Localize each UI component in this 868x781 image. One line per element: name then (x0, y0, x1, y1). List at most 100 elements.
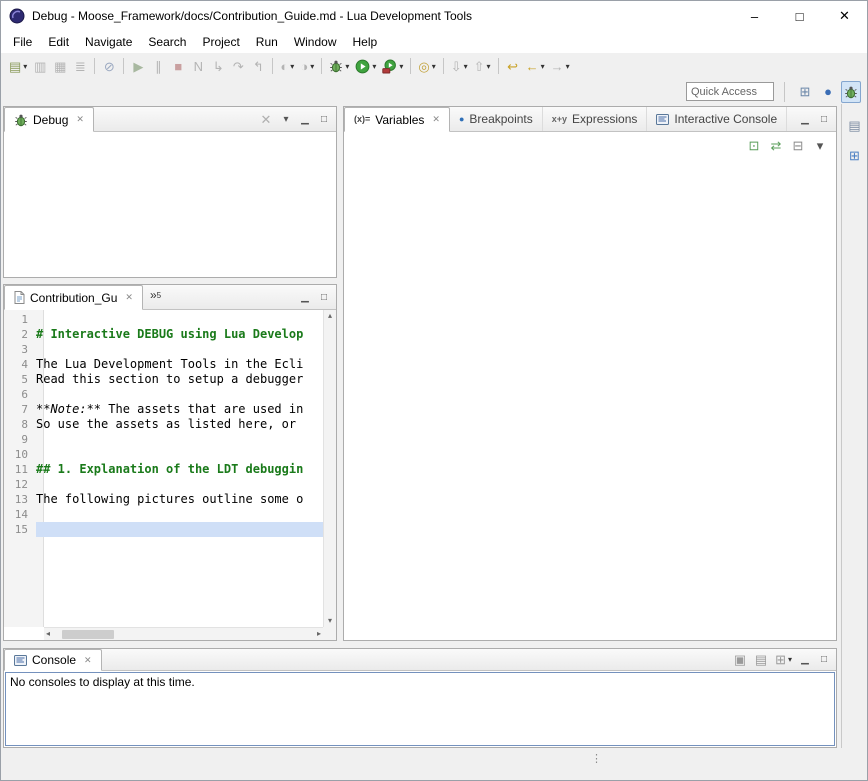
maximize-view-icon[interactable]: □ (315, 288, 333, 306)
editor-line-13[interactable]: 13The following pictures outline some o (4, 492, 323, 507)
editor-line-3[interactable]: 3 (4, 342, 323, 357)
tab-console[interactable]: Console ✕ (4, 649, 102, 671)
new-wizard-button[interactable]: ▤▾ (6, 55, 30, 77)
close-tab-icon[interactable]: ✕ (84, 655, 92, 666)
menu-run[interactable]: Run (248, 33, 286, 51)
back-dropdown-icon[interactable]: ▾ (541, 62, 545, 71)
editor-line-12[interactable]: 12 (4, 477, 323, 492)
close-tab-icon[interactable]: ✕ (76, 114, 84, 125)
close-tab-icon[interactable]: ✕ (432, 114, 440, 125)
step-over-button[interactable]: ↷ (228, 55, 248, 77)
tab-debug[interactable]: Debug ✕ (4, 107, 94, 132)
external-tools-button[interactable]: ▾ (379, 55, 406, 77)
forward-dropdown-icon[interactable]: ▾ (566, 62, 570, 71)
menu-file[interactable]: File (5, 33, 40, 51)
show-logical-structures-button[interactable]: ⇄ (766, 136, 786, 154)
previous-annotation-button[interactable]: ⇧▾ (471, 55, 494, 77)
search-button[interactable]: ◎▾ (415, 55, 438, 77)
quick-access-input[interactable] (686, 82, 774, 101)
menu-window[interactable]: Window (286, 33, 345, 51)
editor-line-4[interactable]: 4The Lua Development Tools in the Ecli (4, 357, 323, 372)
save-all-button[interactable]: ▦ (50, 55, 70, 77)
editor-line-6[interactable]: 6 (4, 387, 323, 402)
view-menu-icon[interactable]: ▾ (277, 110, 295, 128)
suspend-button[interactable]: ∥ (148, 55, 168, 77)
view-menu-button[interactable]: ▾ (810, 136, 830, 154)
minimize-view-icon[interactable]: ▁ (796, 110, 814, 128)
minimize-view-icon[interactable]: ▁ (296, 110, 314, 128)
maximize-view-icon[interactable]: □ (815, 651, 833, 669)
scrollbar-thumb[interactable] (62, 630, 114, 639)
open-console-dropdown-icon[interactable]: ▾ (788, 655, 792, 664)
profile-button[interactable]: ◐▾ (277, 55, 297, 77)
previous-annotation-dropdown-icon[interactable]: ▾ (487, 62, 491, 71)
run-dropdown-icon[interactable]: ▾ (372, 62, 376, 71)
close-tab-icon[interactable]: ✕ (125, 292, 133, 303)
editor-line-14[interactable]: 14 (4, 507, 323, 522)
maximize-view-icon[interactable]: □ (315, 110, 333, 128)
next-annotation-button[interactable]: ⇩▾ (448, 55, 471, 77)
scroll-down-icon[interactable]: ▾ (328, 617, 332, 625)
editor-line-7[interactable]: 7**Note:** The assets that are used in (4, 402, 323, 417)
editor-line-10[interactable]: 10 (4, 447, 323, 462)
scroll-up-icon[interactable]: ▴ (328, 312, 332, 320)
menu-edit[interactable]: Edit (40, 33, 77, 51)
terminate-button[interactable]: ■ (168, 55, 188, 77)
minimize-window-button[interactable]: – (732, 1, 777, 31)
editor-line-11[interactable]: 11## 1. Explanation of the LDT debuggin (4, 462, 323, 477)
minimize-view-icon[interactable]: ▁ (796, 651, 814, 669)
perspective-ldt-button[interactable]: ● (818, 81, 838, 103)
minimize-view-icon[interactable]: ▁ (296, 288, 314, 306)
editor-horizontal-scrollbar[interactable]: ◂ ▸ (44, 627, 323, 640)
restore-outline-button[interactable]: ⊞ (845, 144, 865, 166)
editor-line-15[interactable]: 15 (4, 522, 323, 537)
back-button[interactable]: ←▾ (523, 55, 548, 77)
scroll-left-icon[interactable]: ◂ (46, 630, 50, 638)
run-button[interactable]: ▾ (352, 55, 379, 77)
step-return-button[interactable]: ↰ (248, 55, 268, 77)
remove-all-terminated-button[interactable]: ✕ (256, 110, 276, 128)
save-button[interactable]: ▥ (30, 55, 50, 77)
menu-search[interactable]: Search (140, 33, 194, 51)
display-selected-console-button[interactable]: ▣ (730, 651, 750, 669)
show-type-names-button[interactable]: ⊡ (744, 136, 764, 154)
collapse-all-button[interactable]: ⊟ (788, 136, 808, 154)
menu-project[interactable]: Project (194, 33, 247, 51)
debug-dropdown-icon[interactable]: ▾ (345, 62, 349, 71)
scroll-right-icon[interactable]: ▸ (317, 630, 321, 638)
editor-line-2[interactable]: 2# Interactive DEBUG using Lua Develop (4, 327, 323, 342)
pin-console-button[interactable]: ▤ (751, 651, 771, 669)
print-button[interactable]: ≣ (70, 55, 90, 77)
tab-variables[interactable]: (x)=Variables✕ (344, 107, 450, 132)
tab-interactive-console[interactable]: Interactive Console (647, 107, 787, 131)
maximize-window-button[interactable]: □ (777, 1, 822, 31)
disconnect-button[interactable]: N (188, 55, 208, 77)
perspective-debug-button[interactable] (841, 81, 861, 103)
menu-navigate[interactable]: Navigate (77, 33, 140, 51)
new-wizard-dropdown-icon[interactable]: ▾ (23, 62, 27, 71)
sash-handle[interactable]: ⋮ (591, 752, 602, 765)
editor-line-8[interactable]: 8So use the assets as listed here, or (4, 417, 323, 432)
editor-line-1[interactable]: 1 (4, 312, 323, 327)
open-console-button[interactable]: ⊞▾ (772, 651, 795, 669)
menu-help[interactable]: Help (345, 33, 386, 51)
editor-content[interactable]: 12# Interactive DEBUG using Lua Develop3… (4, 310, 336, 640)
maximize-view-icon[interactable]: □ (815, 110, 833, 128)
editor-line-9[interactable]: 9 (4, 432, 323, 447)
editor-line-5[interactable]: 5Read this section to setup a debugger (4, 372, 323, 387)
tab-contribution-guide[interactable]: Contribution_Gu ✕ (4, 285, 143, 310)
step-into-button[interactable]: ↳ (208, 55, 228, 77)
debug-button[interactable]: ▾ (326, 55, 352, 77)
close-window-button[interactable]: ✕ (822, 1, 867, 31)
last-edit-location-button[interactable]: ↩ (503, 55, 523, 77)
open-perspective-button[interactable]: ⊞ (795, 81, 815, 103)
profile-dropdown-icon[interactable]: ▾ (290, 62, 294, 71)
editor-vertical-scrollbar[interactable]: ▴ ▾ (323, 310, 336, 627)
next-annotation-dropdown-icon[interactable]: ▾ (464, 62, 468, 71)
tab-expressions[interactable]: x+yExpressions (543, 107, 648, 131)
forward-button[interactable]: →▾ (548, 55, 573, 77)
skip-all-breakpoints-button[interactable]: ⊘ (99, 55, 119, 77)
restore-editor-button[interactable]: ▤ (845, 114, 865, 136)
tab-breakpoints[interactable]: ●Breakpoints (450, 107, 543, 131)
resume-button[interactable]: ▶ (128, 55, 148, 77)
